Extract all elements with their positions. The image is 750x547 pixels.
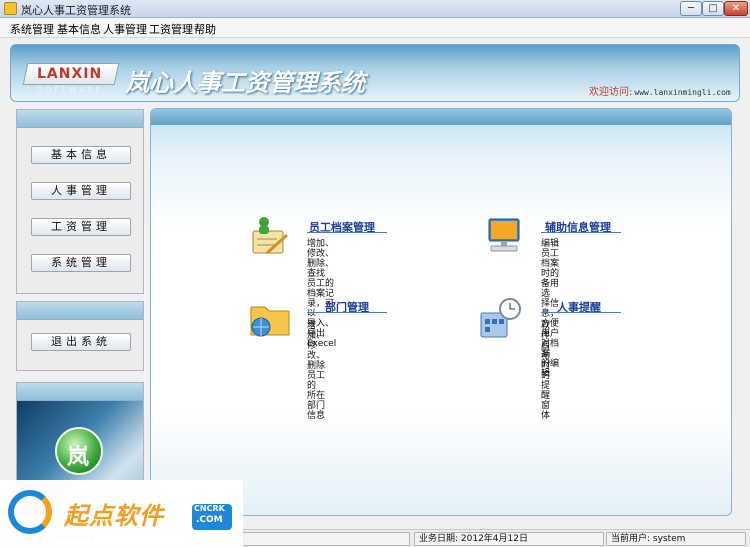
clock-calendar-icon [480,298,521,338]
nav-panel-header [17,110,143,128]
watermark: 起点软件 CNCRK .COM [0,480,243,547]
feature-underline [541,232,621,233]
status-current-user: 当前用户: system [606,532,746,546]
menu-bar: 系统管理 基本信息 人事管理 工资管理 帮助 [0,18,750,38]
feature-underline [541,312,621,313]
visit-link[interactable]: www.lanxinmingli.com [634,88,730,97]
exit-panel: 退出系统 [16,301,144,371]
menu-salary[interactable]: 工资管理 [149,21,193,37]
exit-button[interactable]: 退出系统 [31,333,131,351]
status-business-date: 业务日期: 2012年4月12日 [414,532,604,546]
personnel-button[interactable]: 人事管理 [31,182,131,200]
menu-personnel[interactable]: 人事管理 [103,21,147,37]
minimize-button[interactable]: ─ [680,1,702,16]
orb-glyph: 岚 [67,445,90,470]
title-bar: 岚心人事工资管理系统 ─ □ ✕ [0,0,750,18]
decor-panel-header [17,383,143,401]
app-icon [4,2,17,15]
window-title: 岚心人事工资管理系统 [21,4,131,17]
exit-panel-header [17,302,143,320]
feature-description: 增加、修改、删除员工的 所在部门信息 [307,321,326,421]
menu-basic-info[interactable]: 基本信息 [57,21,101,37]
logo-subtitle: SOFTWARE [37,86,103,96]
main-content: 员工档案管理 增加、修改、删除、查找 员工的档案记录，可以 导入、导出Exece… [150,108,732,516]
watermark-badge-bottom: .COM [196,515,223,525]
visit-label: 欢迎访问: [589,87,633,98]
main-header [151,109,731,125]
close-button[interactable]: ✕ [724,1,748,16]
system-button[interactable]: 系统管理 [31,254,131,272]
watermark-badge-top: CNCRK [194,504,225,513]
nav-panel: 基本信息 人事管理 工资管理 系统管理 [16,109,144,294]
feature-description: 软件启动时的提醒窗体 [541,321,551,421]
basic-info-button[interactable]: 基本信息 [31,146,131,164]
logo-text: LANXIN [37,66,103,82]
menu-system[interactable]: 系统管理 [10,21,54,37]
system-title: 岚心人事工资管理系统 [125,68,365,97]
employee-file-icon [252,217,289,255]
visit-text: 欢迎访问: www.lanxinmingli.com [589,83,731,98]
folder-globe-icon [250,306,290,337]
feature-underline [307,232,387,233]
header-banner: LANXIN SOFTWARE 岚心人事工资管理系统 欢迎访问: www.lanx… [10,44,740,102]
feature-underline [307,312,387,313]
computer-icon [488,218,520,252]
watermark-name: 起点软件 [64,502,164,530]
watermark-logo-icon [8,490,52,534]
menu-help[interactable]: 帮助 [194,21,216,37]
maximize-button[interactable]: □ [702,1,724,16]
salary-button[interactable]: 工资管理 [31,218,131,236]
